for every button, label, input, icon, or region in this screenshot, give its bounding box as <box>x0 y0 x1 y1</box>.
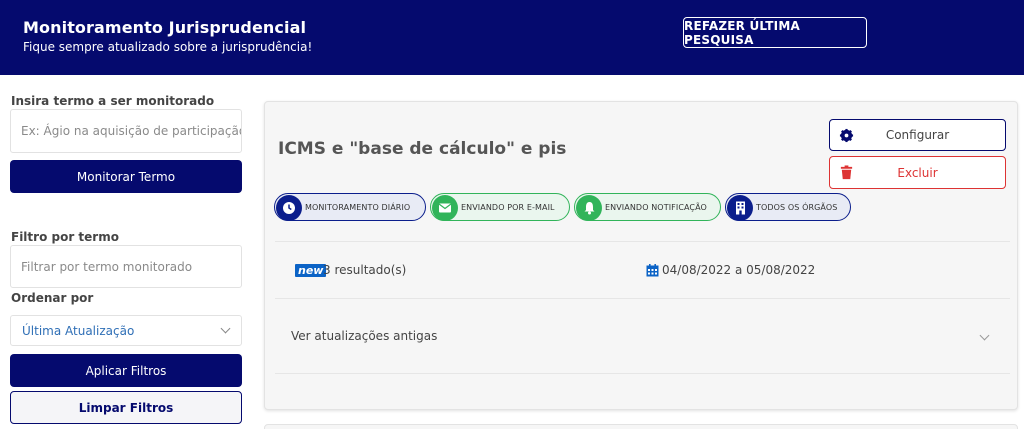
trash-icon <box>840 165 853 180</box>
new-badge: new <box>295 264 327 277</box>
bell-icon <box>584 202 594 215</box>
configure-button-label: Configurar <box>885 128 950 142</box>
badge-label: ENVIANDO NOTIFICAÇÃO <box>605 202 707 212</box>
badge-label: MONITORAMENTO DIÁRIO <box>305 202 411 212</box>
gear-icon <box>839 128 854 143</box>
apply-filters-button[interactable]: Aplicar Filtros <box>10 354 242 387</box>
delete-button[interactable]: Excluir <box>829 156 1006 189</box>
term-label: Insira termo a ser monitorado <box>11 94 215 108</box>
divider <box>275 298 1010 299</box>
order-select-value: Última Atualização <box>22 323 135 338</box>
envelope-icon <box>438 203 452 213</box>
term-input-placeholder: Ex: Ágio na aquisição de participação s <box>21 124 242 138</box>
filter-label: Filtro por termo <box>11 230 119 244</box>
configure-button[interactable]: Configurar <box>829 119 1006 151</box>
badge-sending-notification: ENVIANDO NOTIFICAÇÃO <box>574 193 721 221</box>
monitored-term-title: ICMS e "base de cálculo" e pis <box>278 139 567 159</box>
delete-button-label: Excluir <box>897 165 938 180</box>
date-range: 04/08/2022 a 05/08/2022 <box>662 263 816 277</box>
top-header: Monitoramento Jurisprudencial Fique semp… <box>0 0 1024 75</box>
page-title: Monitoramento Jurisprudencial <box>23 18 307 37</box>
chevron-down-icon <box>220 323 231 334</box>
badge-all-organs: TODOS OS ÓRGÃOS <box>725 193 851 221</box>
filter-input-placeholder: Filtrar por termo monitorado <box>21 259 193 274</box>
term-input[interactable]: Ex: Ágio na aquisição de participação s <box>10 109 242 153</box>
clock-icon <box>283 202 295 214</box>
divider <box>275 241 1010 242</box>
badge-sending-email: ENVIANDO POR E-MAIL <box>430 193 570 221</box>
monitor-term-button[interactable]: Monitorar Termo <box>10 160 242 193</box>
monitored-term-card: ICMS e "base de cálculo" e pis Configura… <box>264 101 1018 410</box>
building-icon <box>735 201 745 215</box>
chevron-down-icon[interactable] <box>979 330 990 341</box>
badge-label: TODOS OS ÓRGÃOS <box>756 202 838 212</box>
divider <box>275 373 1010 374</box>
redo-last-search-button[interactable]: REFAZER ÚLTIMA PESQUISA <box>683 17 867 48</box>
results-count: 3 resultado(s) <box>323 263 407 277</box>
page-subtitle: Fique sempre atualizado sobre a jurispru… <box>23 40 313 54</box>
calendar-icon <box>646 264 659 277</box>
badge-label: ENVIANDO POR E-MAIL <box>461 202 555 212</box>
order-label: Ordenar por <box>11 291 94 305</box>
filter-input[interactable]: Filtrar por termo monitorado <box>10 245 242 288</box>
clear-filters-button[interactable]: Limpar Filtros <box>10 391 242 424</box>
old-updates-toggle[interactable]: Ver atualizações antigas <box>291 329 437 343</box>
order-select[interactable]: Última Atualização <box>10 315 242 346</box>
next-term-card <box>264 424 1018 429</box>
badge-daily-monitoring: MONITORAMENTO DIÁRIO <box>274 193 426 221</box>
